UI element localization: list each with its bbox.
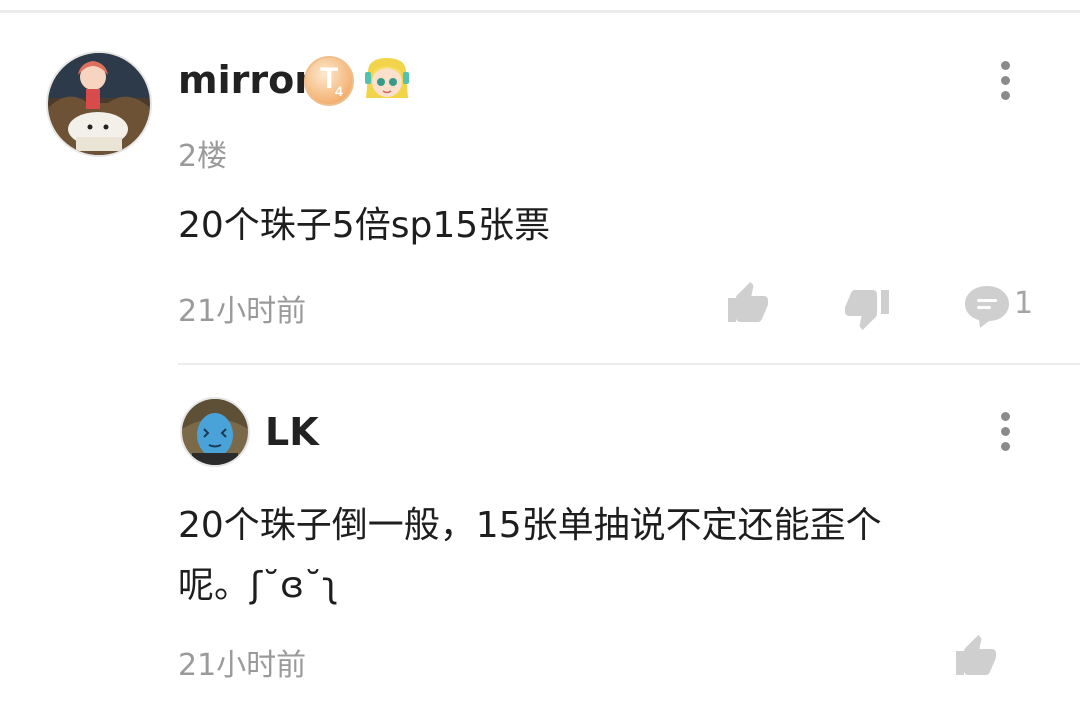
comment-bubble-icon [965, 286, 1009, 328]
thumbs-up-icon [956, 635, 996, 675]
like-button[interactable] [724, 280, 772, 328]
like-button[interactable] [952, 633, 1000, 681]
anime-girl-medal-icon [362, 54, 412, 106]
dislike-button[interactable] [843, 284, 891, 332]
more-options-button[interactable] [990, 406, 1020, 456]
comment-timestamp: 21小时前 [178, 294, 307, 329]
username[interactable]: LK [265, 410, 319, 454]
reply-divider [178, 363, 1080, 365]
level-badge-icon: T4 [304, 56, 354, 106]
more-options-button[interactable] [990, 55, 1020, 105]
username[interactable]: mirror [178, 58, 313, 102]
thumbs-down-icon [845, 290, 889, 330]
comment-content: 20个珠子5倍sp15张票 [178, 205, 551, 246]
reply-button[interactable] [962, 282, 1012, 330]
reply-content-line2: 呢。ʃ˘ɞ˘ʅ [178, 565, 339, 606]
reply-count: 1 [1014, 286, 1034, 321]
thumbs-up-icon [728, 282, 768, 322]
avatar[interactable] [180, 397, 250, 467]
reply-timestamp: 21小时前 [178, 648, 307, 683]
avatar[interactable] [46, 51, 152, 157]
floor-number: 2楼 [178, 139, 228, 174]
top-separator [0, 10, 1080, 13]
reply-content-line1: 20个珠子倒一般，15张单抽说不定还能歪个 [178, 505, 882, 546]
